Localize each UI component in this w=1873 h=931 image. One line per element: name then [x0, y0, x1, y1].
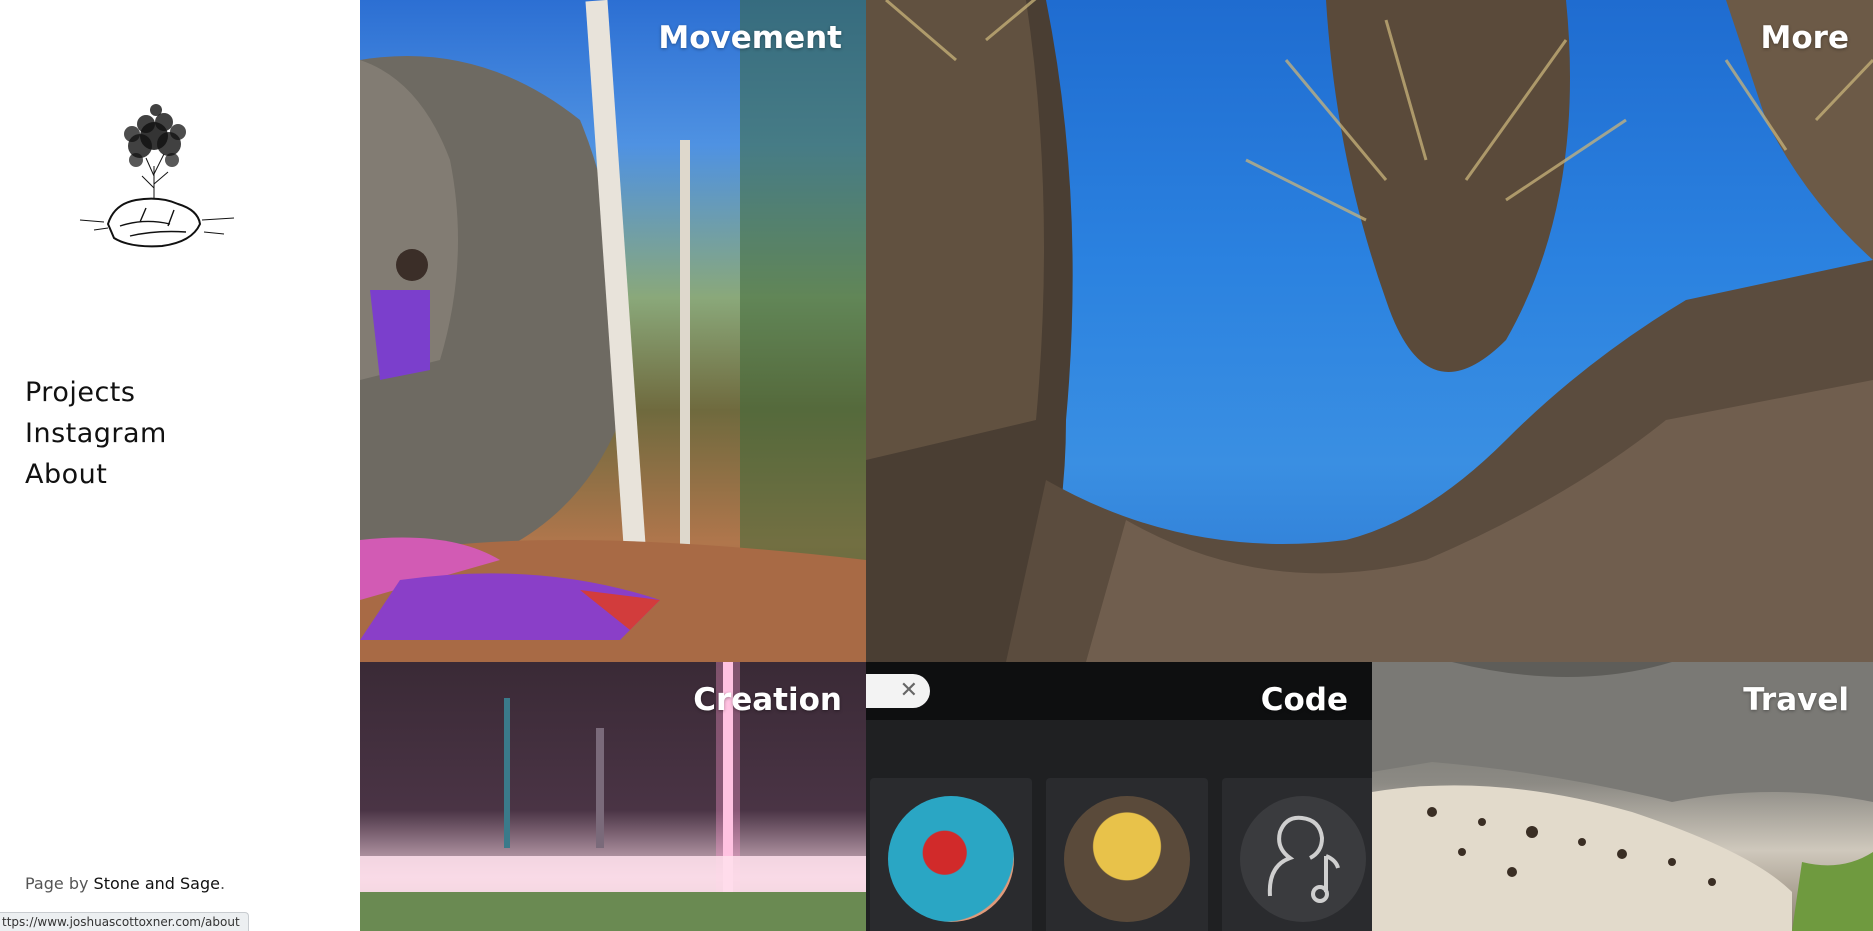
nav-about-link[interactable]: About — [25, 454, 167, 495]
music-avatar — [1240, 796, 1366, 922]
page-credit: Page by Stone and Sage. — [25, 874, 225, 893]
page: Projects Instagram About Page by Stone a… — [0, 0, 1873, 931]
code-card-person — [1046, 778, 1208, 931]
credit-suffix: . — [219, 874, 226, 893]
main-nav: Projects Instagram About — [25, 372, 167, 495]
more-image — [866, 0, 1873, 662]
tile-creation[interactable]: Creation — [360, 662, 866, 931]
tile-code[interactable]: ✕ Code — [866, 662, 1372, 931]
person-avatar — [1064, 796, 1190, 922]
status-bar-url: ttps://www.joshuascottoxner.com/about — [0, 912, 249, 931]
sidebar: Projects Instagram About Page by Stone a… — [0, 0, 360, 931]
tile-code-title: Code — [1260, 682, 1348, 718]
ladybug-avatar — [888, 796, 1014, 922]
credit-author-link[interactable]: Stone and Sage — [94, 874, 220, 893]
code-card-ladybug — [870, 778, 1032, 931]
user-music-icon — [1267, 815, 1340, 903]
close-pill[interactable]: ✕ — [866, 674, 930, 708]
nav-projects-link[interactable]: Projects — [25, 372, 167, 413]
tile-travel[interactable]: Travel — [1372, 662, 1873, 931]
close-icon[interactable]: ✕ — [900, 678, 918, 704]
tile-more-title: More — [1760, 20, 1849, 56]
tile-movement-title: Movement — [658, 20, 842, 56]
tile-creation-title: Creation — [693, 682, 842, 718]
tile-movement[interactable]: Movement — [360, 0, 866, 662]
movement-image — [360, 0, 866, 662]
tile-travel-title: Travel — [1743, 682, 1849, 718]
tree-on-rock-logo[interactable] — [74, 96, 238, 256]
tile-more[interactable]: More — [866, 0, 1873, 662]
nav-instagram-link[interactable]: Instagram — [25, 413, 167, 454]
credit-prefix: Page by — [25, 874, 89, 893]
code-card-music — [1222, 778, 1372, 931]
